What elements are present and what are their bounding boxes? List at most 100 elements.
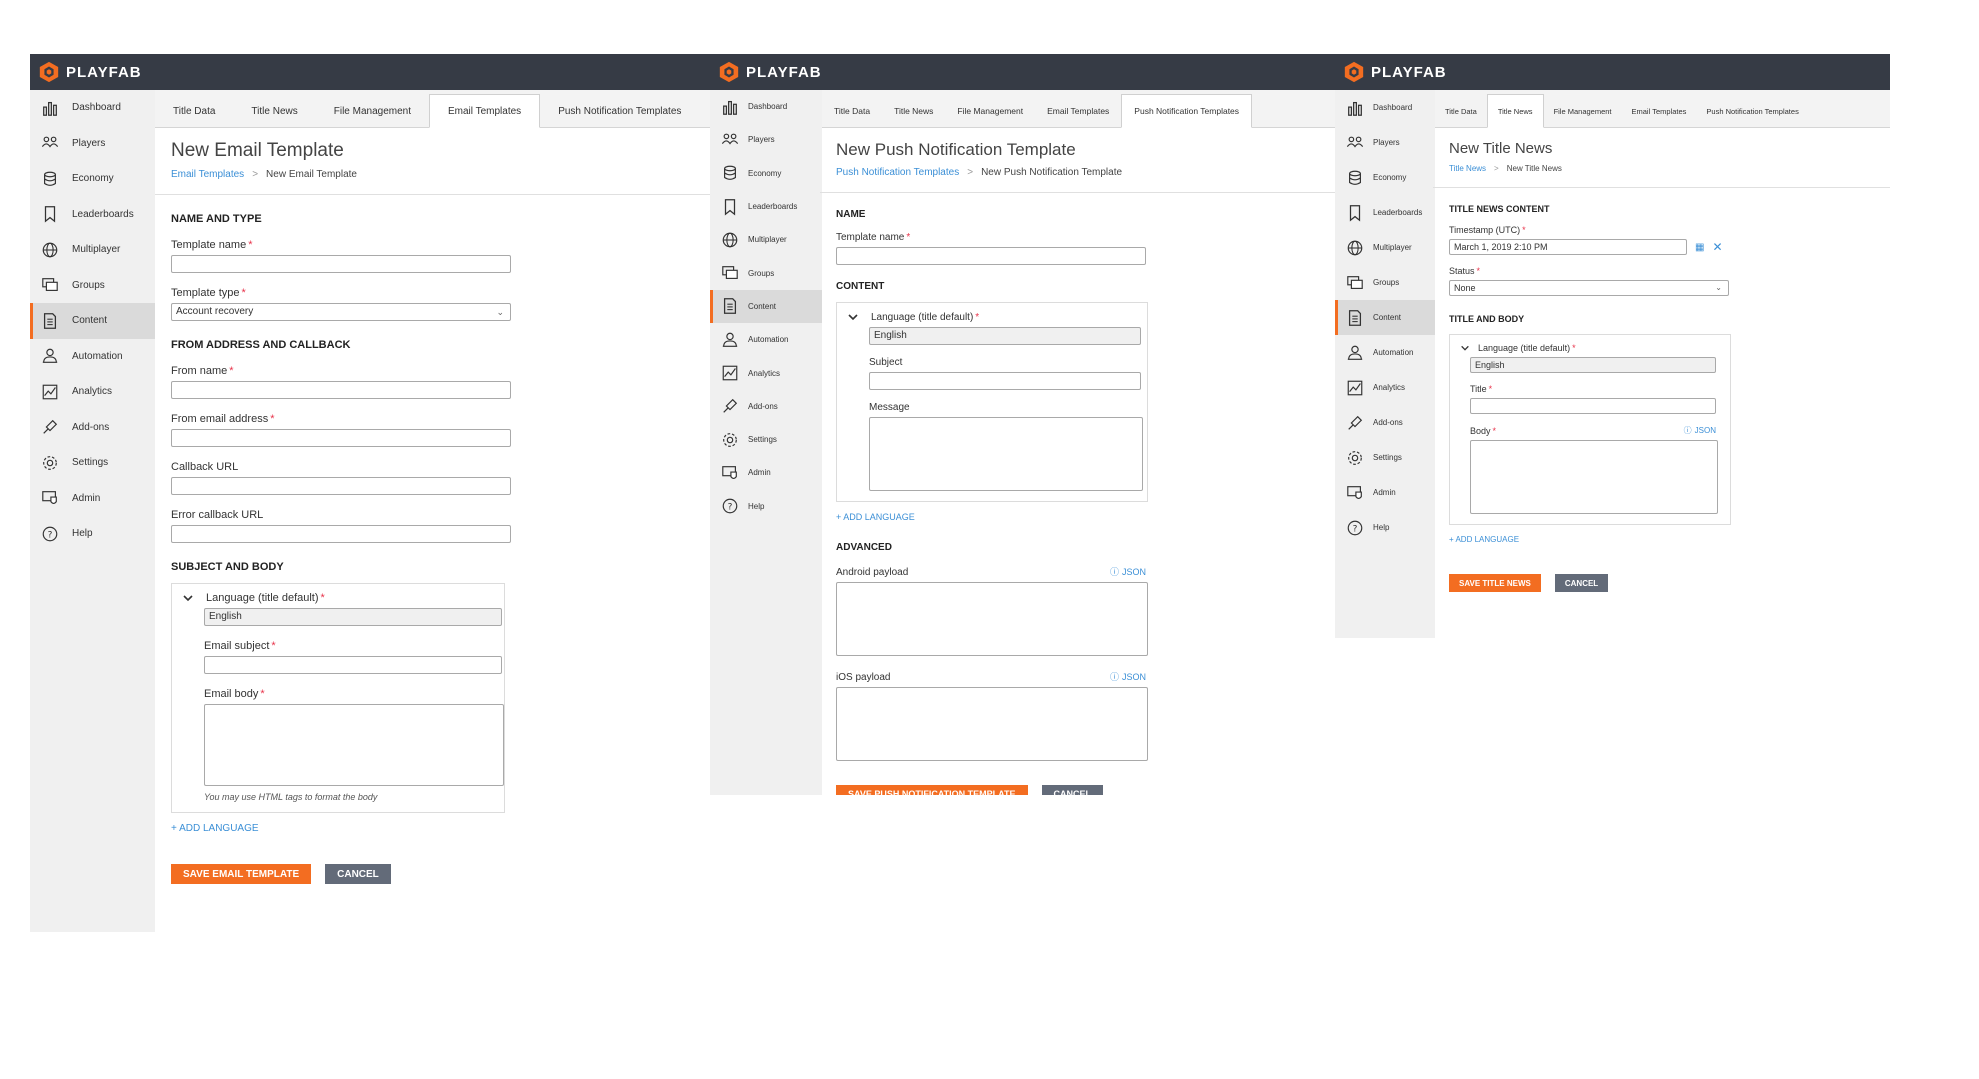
sidebar-item-add-ons[interactable]: Add-ons (30, 410, 155, 446)
playfab-logo[interactable]: PLAYFAB (38, 61, 142, 83)
error-callback-url-input[interactable] (171, 525, 511, 543)
sidebar-item-analytics[interactable]: Analytics (1335, 370, 1435, 405)
tab-email-templates[interactable]: Email Templates (429, 94, 541, 128)
sidebar-item-groups[interactable]: Groups (710, 256, 822, 289)
sidebar-item-content[interactable]: Content (1335, 300, 1435, 335)
save-title-news-button[interactable]: SAVE TITLE NEWS (1449, 574, 1541, 592)
add-language-link[interactable]: + ADD LANGUAGE (171, 823, 710, 834)
sidebar-item-content[interactable]: Content (30, 303, 155, 339)
language-input[interactable]: English (869, 327, 1141, 345)
sidebar-item-content[interactable]: Content (710, 289, 822, 324)
sidebar-item-add-ons[interactable]: Add-ons (1335, 405, 1435, 440)
android-json-link[interactable]: ⓘ JSON (1110, 565, 1146, 578)
sidebar-item-analytics[interactable]: Analytics (30, 374, 155, 410)
cancel-button[interactable]: CANCEL (1041, 785, 1104, 795)
body-textarea[interactable] (1470, 440, 1718, 514)
tab-title-news[interactable]: Title News (233, 95, 315, 127)
sidebar-item-dashboard[interactable]: Dashboard (710, 90, 822, 123)
sidebar-item-leaderboards[interactable]: Leaderboards (30, 197, 155, 233)
android-payload-textarea[interactable] (836, 582, 1148, 656)
sidebar-item-admin[interactable]: Admin (1335, 475, 1435, 510)
tab-email-templates[interactable]: Email Templates (1035, 95, 1121, 127)
template-type-select[interactable]: Account recovery ⌄ (171, 303, 511, 321)
sidebar-item-players[interactable]: Players (1335, 125, 1435, 160)
sidebar-item-groups[interactable]: Groups (1335, 265, 1435, 300)
sidebar-item-dashboard[interactable]: Dashboard (30, 90, 155, 126)
sidebar-item-settings[interactable]: Settings (710, 423, 822, 456)
sidebar-item-multiplayer[interactable]: Multiplayer (1335, 230, 1435, 265)
sidebar-item-admin[interactable]: Admin (30, 481, 155, 517)
sidebar-item-automation[interactable]: Automation (710, 323, 822, 356)
clear-icon[interactable]: ✕ (1712, 240, 1722, 254)
email-subject-input[interactable] (204, 656, 502, 674)
breadcrumb-link[interactable]: Email Templates (171, 169, 244, 180)
sidebar-item-analytics[interactable]: Analytics (710, 356, 822, 389)
tab-push-notification-templates[interactable]: Push Notification Templates (1121, 94, 1253, 128)
tab-title-news[interactable]: Title News (882, 95, 945, 127)
playfab-logo[interactable]: PLAYFAB (718, 61, 822, 83)
sidebar-item-multiplayer[interactable]: Multiplayer (30, 232, 155, 268)
tab-push-notification-templates[interactable]: Push Notification Templates (1696, 95, 1808, 127)
save-email-template-button[interactable]: SAVE EMAIL TEMPLATE (171, 864, 312, 884)
language-input[interactable]: English (1470, 357, 1716, 373)
language-header[interactable]: Language (title default) * (1460, 343, 1720, 353)
save-push-template-button[interactable]: SAVE PUSH NOTIFICATION TEMPLATE (836, 785, 1028, 795)
ios-json-link[interactable]: ⓘ JSON (1110, 670, 1146, 683)
sidebar-item-help[interactable]: ? Help (30, 516, 155, 552)
callback-url-input[interactable] (171, 477, 511, 495)
add-language-link[interactable]: + ADD LANGUAGE (836, 512, 1335, 522)
tab-file-management[interactable]: File Management (1544, 95, 1622, 127)
tab-file-management[interactable]: File Management (945, 95, 1035, 127)
sidebar-item-add-ons[interactable]: Add-ons (710, 390, 822, 423)
title-input[interactable] (1470, 398, 1716, 414)
cancel-button[interactable]: CANCEL (325, 864, 391, 884)
sidebar-item-settings[interactable]: Settings (30, 445, 155, 481)
template-name-input[interactable] (171, 255, 511, 273)
body-json-link[interactable]: ⓘ JSON (1684, 425, 1716, 436)
sidebar-item-automation[interactable]: Automation (1335, 335, 1435, 370)
sidebar-item-groups[interactable]: Groups (30, 268, 155, 304)
language-header[interactable]: Language (title default) * (847, 311, 1137, 323)
breadcrumb-link[interactable]: Push Notification Templates (836, 167, 959, 178)
timestamp-input[interactable]: March 1, 2019 2:10 PM (1449, 239, 1687, 255)
sidebar-item-leaderboards[interactable]: Leaderboards (710, 190, 822, 223)
sidebar-item-leaderboards[interactable]: Leaderboards (1335, 195, 1435, 230)
tab-email-templates[interactable]: Email Templates (1622, 95, 1697, 127)
message-textarea[interactable] (869, 417, 1143, 491)
tab-title-data[interactable]: Title Data (822, 95, 882, 127)
sidebar-item-automation[interactable]: Automation (30, 339, 155, 375)
sidebar-item-economy[interactable]: Economy (30, 161, 155, 197)
subject-input[interactable] (869, 372, 1141, 390)
tab-title-data[interactable]: Title Data (1435, 95, 1487, 127)
sidebar-item-dashboard[interactable]: Dashboard (1335, 90, 1435, 125)
calendar-icon[interactable]: ▦ (1695, 242, 1704, 253)
status-select[interactable]: None ⌄ (1449, 280, 1729, 296)
sidebar-item-help[interactable]: ? Help (710, 490, 822, 523)
template-name-input[interactable] (836, 247, 1146, 265)
email-body-textarea[interactable] (204, 704, 504, 786)
globe-icon (40, 240, 60, 260)
playfab-logo[interactable]: PLAYFAB (1343, 61, 1447, 83)
sidebar-item-players[interactable]: Players (30, 126, 155, 162)
tab-file-management[interactable]: File Management (316, 95, 429, 127)
cancel-button[interactable]: CANCEL (1554, 574, 1609, 592)
tab-title-news[interactable]: Title News (1486, 94, 1544, 128)
from-name-input[interactable] (171, 381, 511, 399)
sidebar-item-admin[interactable]: Admin (710, 456, 822, 489)
from-email-input[interactable] (171, 429, 511, 447)
language-header[interactable]: Language (title default) * (182, 592, 494, 604)
from-name-label-text: From name (171, 365, 228, 377)
sidebar-item-players[interactable]: Players (710, 123, 822, 156)
sidebar-item-economy[interactable]: Economy (1335, 160, 1435, 195)
add-language-link[interactable]: + ADD LANGUAGE (1449, 535, 1890, 544)
ios-payload-textarea[interactable] (836, 687, 1148, 761)
sidebar-item-multiplayer[interactable]: Multiplayer (710, 223, 822, 256)
language-input[interactable]: English (204, 608, 502, 626)
sidebar-item-help[interactable]: ? Help (1335, 510, 1435, 545)
tab-title-data[interactable]: Title Data (155, 95, 233, 127)
sidebar-item-economy[interactable]: Economy (710, 157, 822, 190)
tab-push-notification-templates[interactable]: Push Notification Templates (540, 95, 699, 127)
divider (1433, 187, 1890, 188)
breadcrumb-link[interactable]: Title News (1449, 164, 1486, 173)
sidebar-item-settings[interactable]: Settings (1335, 440, 1435, 475)
